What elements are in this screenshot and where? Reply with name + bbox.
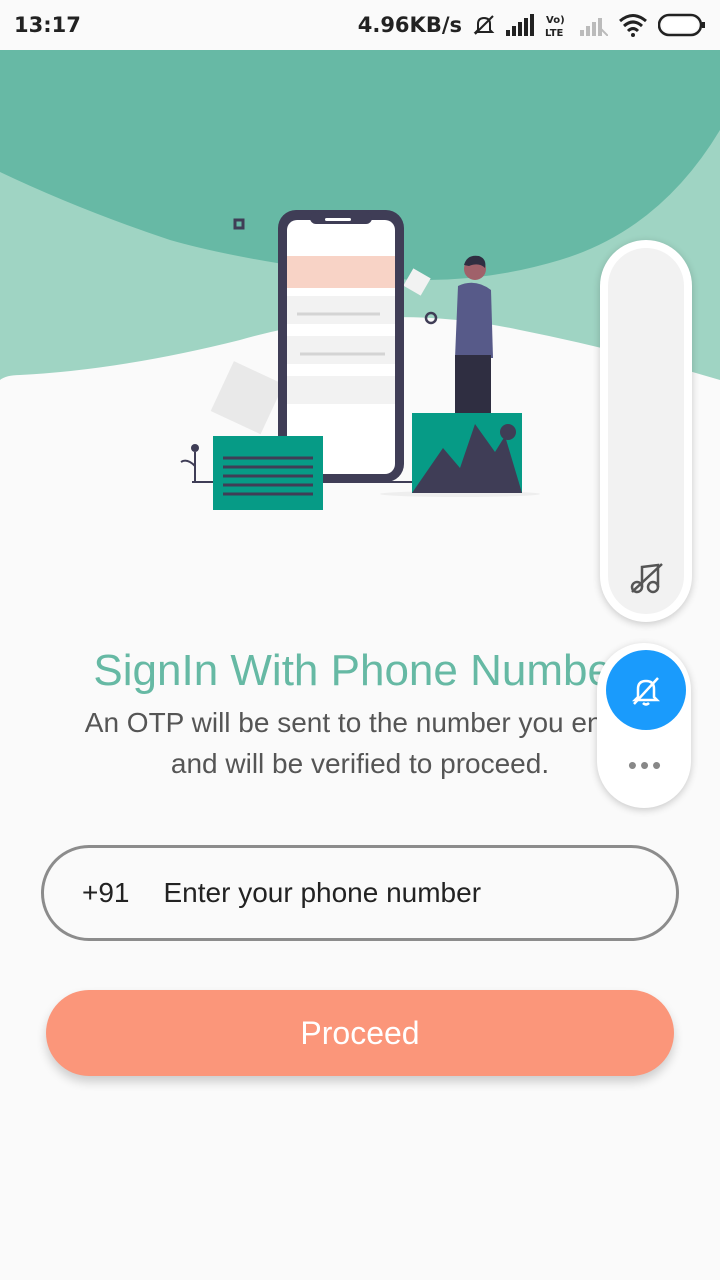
signal-off-icon [580,18,608,36]
battery-icon [658,13,705,37]
proceed-button[interactable]: Proceed [46,990,674,1076]
more-options-icon[interactable]: ••• [618,750,674,781]
music-off-icon[interactable] [628,562,666,594]
phone-number-input[interactable] [161,876,586,910]
phone-illustration [180,210,540,510]
status-bar: 13:17 4.96KB/s Vo) LTE [0,0,720,50]
bell-off-icon [631,677,661,706]
floating-panel-track[interactable] [608,248,684,614]
svg-text:LTE: LTE [545,28,564,38]
svg-text:Vo): Vo) [546,15,565,26]
volte-icon: Vo) LTE [545,15,565,38]
signal-icon [506,14,534,36]
bell-off-button[interactable] [606,650,686,730]
wifi-icon [619,14,647,37]
network-speed: 4.96KB/s [357,13,462,37]
country-code-prefix: +91 [82,877,130,908]
mute-icon [473,15,495,35]
status-time: 13:17 [14,13,81,37]
status-icons: 4.96KB/s Vo) LTE [358,12,706,38]
phone-input-field[interactable]: +91 [41,845,679,941]
